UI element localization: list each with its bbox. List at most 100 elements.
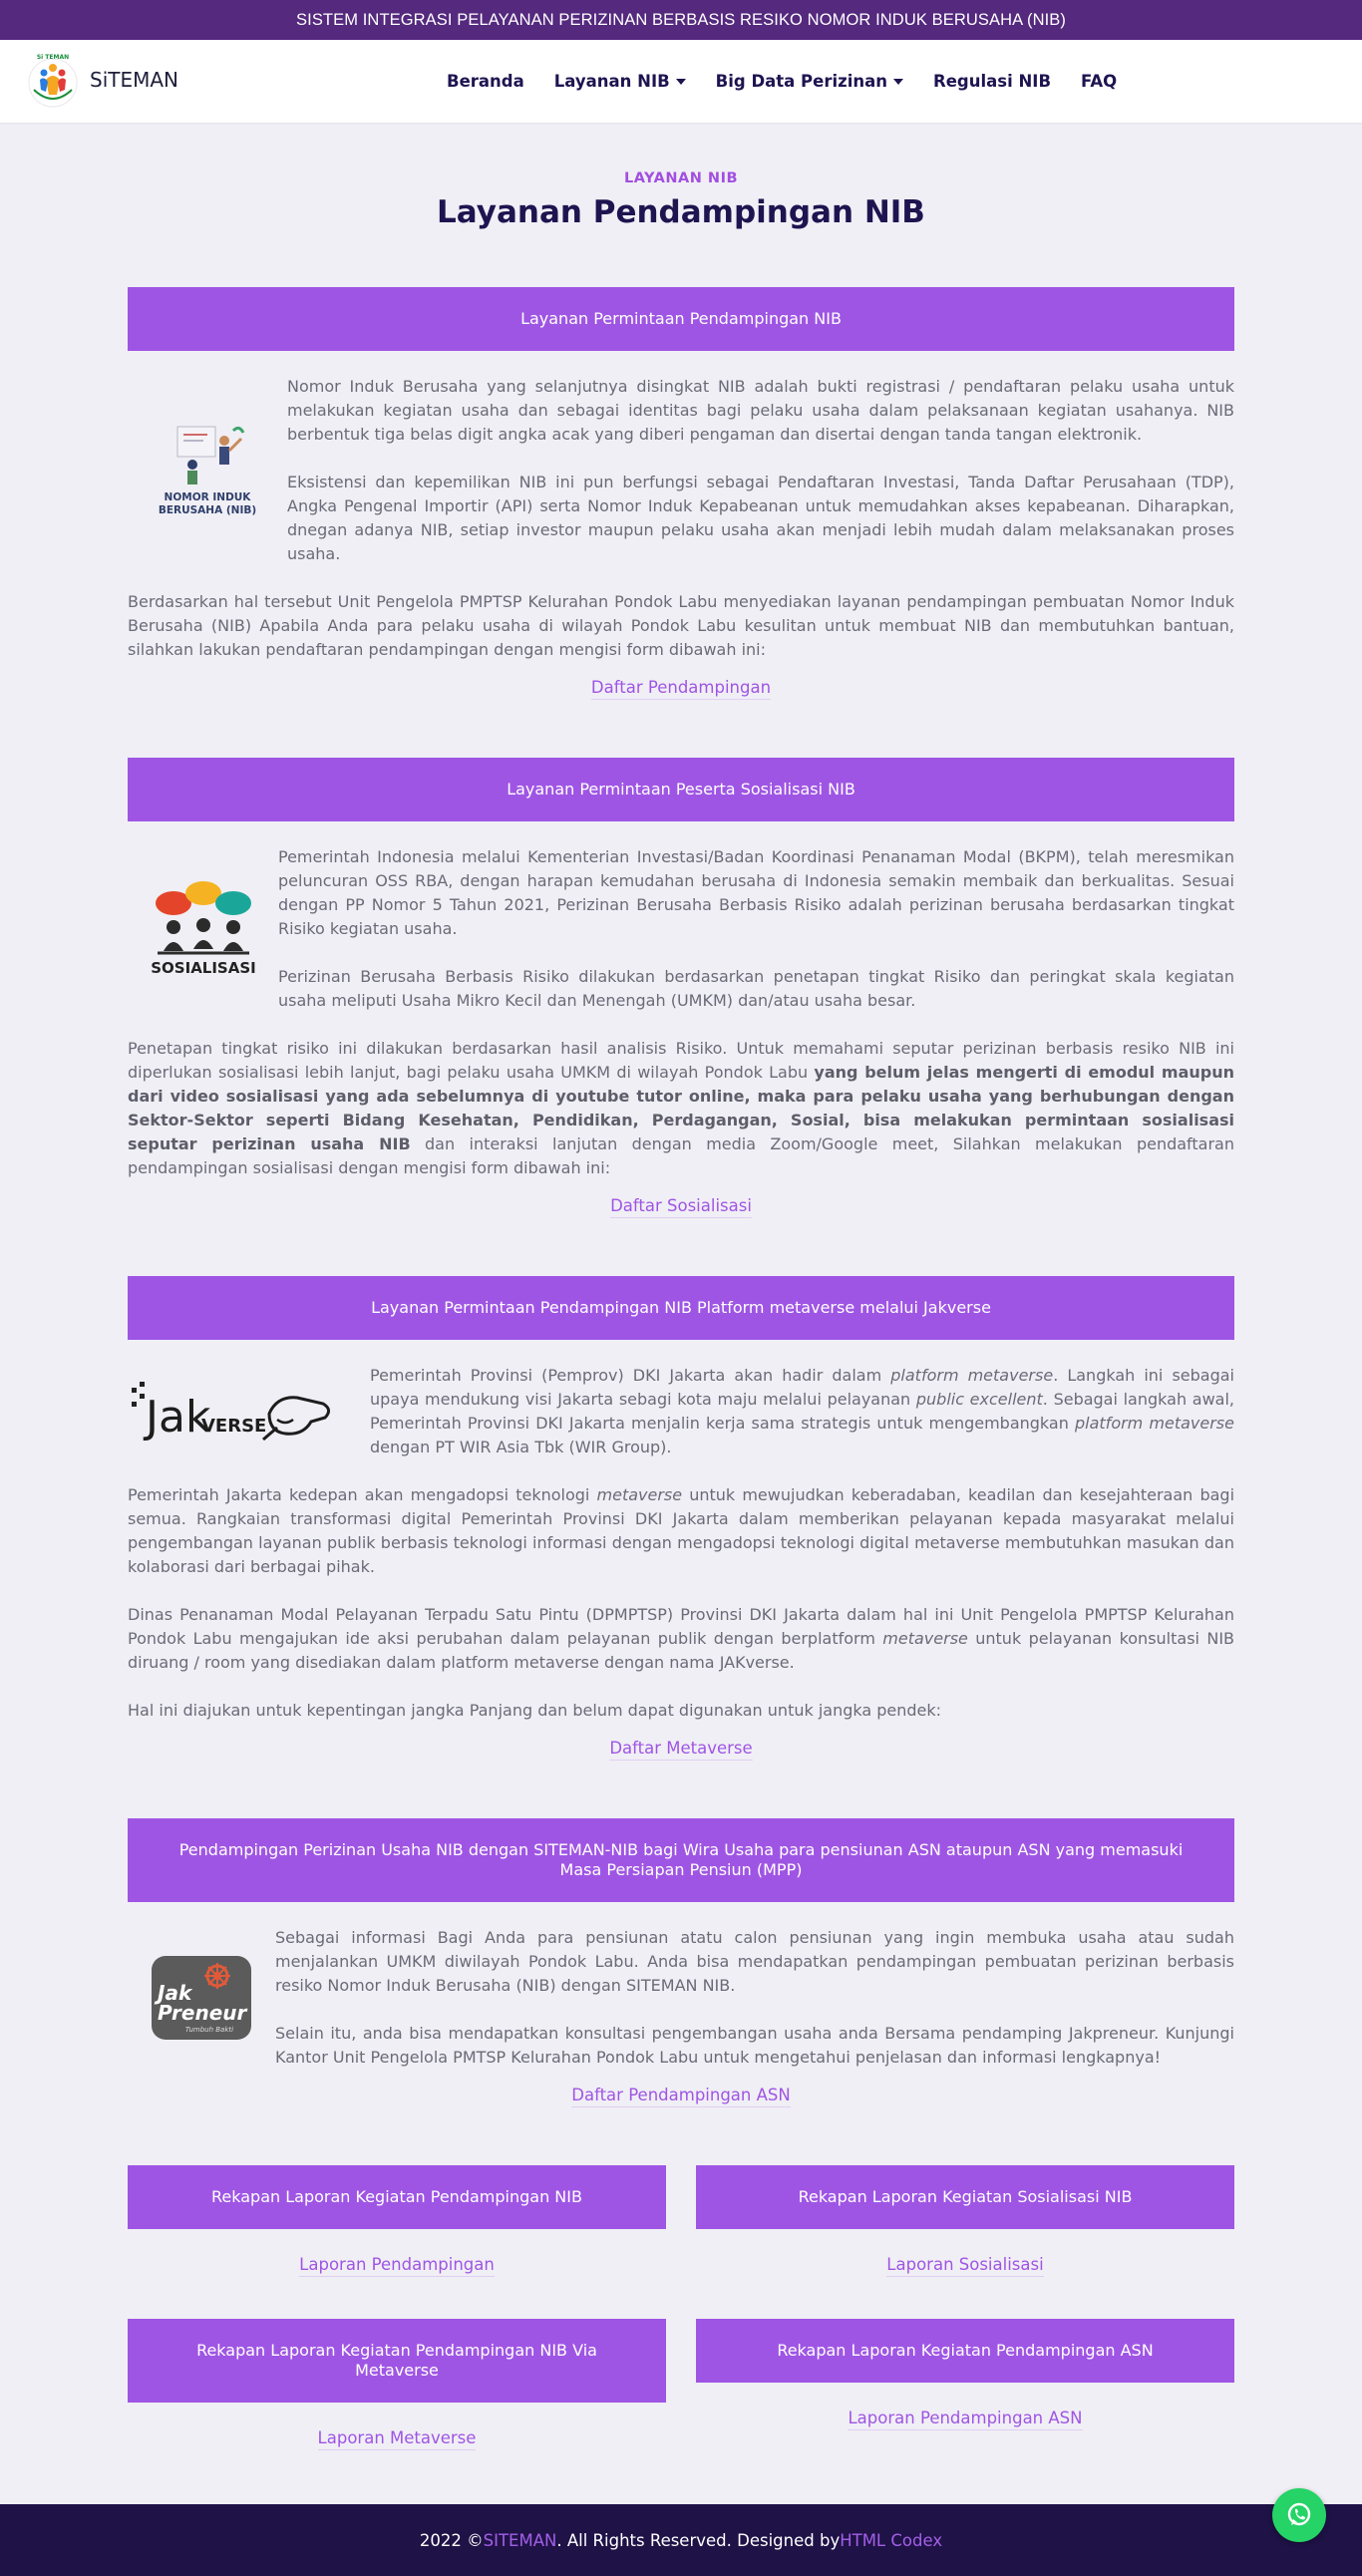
nav-label: FAQ xyxy=(1081,72,1118,91)
footer-brand-link[interactable]: SITEMAN xyxy=(484,2531,557,2550)
jakpreneur-logo: Jak Preneur Tumbuh Bakti xyxy=(128,1954,275,2042)
nav-regulasi-nib[interactable]: Regulasi NIB xyxy=(933,72,1051,91)
report-card-sosialisasi: Rekapan Laporan Kegiatan Sosialisasi NIB… xyxy=(696,2165,1234,2277)
jakverse-logo-icon: Jak VERSE xyxy=(132,1382,330,1443)
nav-faq[interactable]: FAQ xyxy=(1081,72,1117,91)
nav-big-data-perizinan[interactable]: Big Data Perizinan xyxy=(715,72,904,91)
jakpreneur-text-b: Preneur xyxy=(158,2001,248,2025)
report-card-pendampingan: Rekapan Laporan Kegiatan Pendampingan NI… xyxy=(128,2165,666,2277)
daftar-metaverse-link[interactable]: Daftar Metaverse xyxy=(609,1739,753,1761)
text-run: dengan PT WIR Asia Tbk (WIR Group). xyxy=(370,1438,672,1456)
footer-designer-link[interactable]: HTML Codex xyxy=(840,2531,942,2550)
italic-text: metaverse xyxy=(596,1485,683,1504)
cta-wrap: Daftar Metaverse xyxy=(128,1739,1234,1761)
cta-wrap: Laporan Pendampingan ASN xyxy=(696,2409,1234,2430)
reports-row: Rekapan Laporan Kegiatan Pendampingan NI… xyxy=(128,2319,1234,2450)
jakverse-text-b: VERSE xyxy=(201,1416,266,1437)
section-sosialisasi-nib: Layanan Permintaan Peserta Sosialisasi N… xyxy=(128,758,1234,1218)
brand-name: SiTEMAN xyxy=(90,68,179,92)
nav-beranda[interactable]: Beranda xyxy=(447,72,524,91)
paragraph: Pemerintah Jakarta kedepan akan mengadop… xyxy=(128,1483,1234,1579)
nav-layanan-nib[interactable]: Layanan NIB xyxy=(554,72,686,91)
section-intro-text: Nomor Induk Berusaha yang selanjutnya di… xyxy=(287,375,1234,566)
section-metaverse: Layanan Permintaan Pendampingan NIB Plat… xyxy=(128,1276,1234,1761)
paragraph: Hal ini diajukan untuk kepentingan jangk… xyxy=(128,1701,942,1720)
paragraph: Dinas Penanaman Modal Pelayanan Terpadu … xyxy=(128,1603,1234,1675)
footer-copyright: 2022 © xyxy=(419,2530,484,2550)
laporan-pendampingan-link[interactable]: Laporan Pendampingan xyxy=(299,2255,495,2277)
daftar-pendampingan-link[interactable]: Daftar Pendampingan xyxy=(590,678,772,700)
nav-label: Layanan NIB xyxy=(553,72,670,91)
navbar: Si TEMAN SiTEMAN Beranda Layanan NIB Big… xyxy=(0,40,1362,123)
reports-row: Rekapan Laporan Kegiatan Pendampingan NI… xyxy=(128,2165,1234,2277)
section-intro-text: Pemerintah Provinsi (Pemprov) DKI Jakart… xyxy=(370,1364,1234,1459)
section-banner: Layanan Permintaan Pendampingan NIB Plat… xyxy=(128,1276,1234,1340)
main-nav: Beranda Layanan NIB Big Data Perizinan R… xyxy=(447,40,1147,123)
laporan-pendampingan-asn-link[interactable]: Laporan Pendampingan ASN xyxy=(848,2409,1083,2430)
section-intro-row: Jak Preneur Tumbuh Bakti Sebagai informa… xyxy=(128,1926,1234,2070)
cta-wrap: Laporan Metaverse xyxy=(128,2428,666,2450)
siteman-logo-icon: Si TEMAN xyxy=(28,54,78,108)
paragraph: Berdasarkan hal tersebut Unit Pengelola … xyxy=(128,592,1234,659)
daftar-sosialisasi-link[interactable]: Daftar Sosialisasi xyxy=(610,1196,752,1218)
report-card-asn: Rekapan Laporan Kegiatan Pendampingan AS… xyxy=(696,2319,1234,2450)
report-banner: Rekapan Laporan Kegiatan Pendampingan NI… xyxy=(128,2319,666,2403)
section-banner: Layanan Permintaan Peserta Sosialisasi N… xyxy=(128,758,1234,821)
laporan-metaverse-link[interactable]: Laporan Metaverse xyxy=(317,2428,477,2450)
top-announcement-bar: SISTEM INTEGRASI PELAYANAN PERIZINAN BER… xyxy=(0,0,1362,40)
whatsapp-button[interactable] xyxy=(1272,2488,1326,2542)
page-eyebrow: LAYANAN NIB xyxy=(623,170,739,186)
sosialisasi-caption: SOSIALISASI xyxy=(151,959,255,977)
jakpreneur-tagline: Tumbuh Bakti xyxy=(185,2026,233,2034)
footer: 2022 © SITEMAN. All Rights Reserved. Des… xyxy=(0,2504,1362,2576)
whatsapp-icon xyxy=(1287,2502,1311,2526)
nib-caption-line2: BERUSAHA (NIB) xyxy=(159,504,256,516)
nib-caption-line1: NOMOR INDUK xyxy=(165,491,252,503)
paragraph: Nomor Induk Berusaha yang selanjutnya di… xyxy=(287,377,1234,444)
footer-text: . All Rights Reserved. Designed by xyxy=(556,2530,841,2550)
italic-text: public excellent xyxy=(915,1390,1043,1409)
section-asn: Pendampingan Perizinan Usaha NIB dengan … xyxy=(128,1818,1234,2107)
main-content: Layanan Permintaan Pendampingan NIB NOMO… xyxy=(128,287,1234,2450)
sosialisasi-illustration: SOSIALISASI xyxy=(128,879,278,979)
page-header: LAYANAN NIB Layanan Pendampingan NIB xyxy=(0,123,1362,230)
logo-text: Si TEMAN xyxy=(37,54,69,61)
section-pendampingan-nib: Layanan Permintaan Pendampingan NIB NOMO… xyxy=(128,287,1234,700)
italic-text: metaverse xyxy=(882,1629,968,1648)
section-intro-row: NOMOR INDUK BERUSAHA (NIB) Nomor Induk B… xyxy=(128,375,1234,566)
italic-text: platform metaverse xyxy=(890,1366,1054,1385)
nav-label: Beranda xyxy=(447,72,524,91)
nav-label: Regulasi NIB xyxy=(933,72,1052,91)
paragraph: Selain itu, anda bisa mendapatkan konsul… xyxy=(275,2024,1234,2067)
report-card-metaverse: Rekapan Laporan Kegiatan Pendampingan NI… xyxy=(128,2319,666,2450)
cta-wrap: Daftar Pendampingan xyxy=(128,678,1234,700)
page-title: Layanan Pendampingan NIB xyxy=(437,194,925,230)
paragraph: Pemerintah Indonesia melalui Kementerian… xyxy=(278,847,1234,938)
text-run: Pemerintah Jakarta kedepan akan mengadop… xyxy=(128,1485,597,1504)
cta-wrap: Laporan Sosialisasi xyxy=(696,2255,1234,2277)
section-banner: Layanan Permintaan Pendampingan NIB xyxy=(128,287,1234,351)
paragraph: Sebagai informasi Bagi Anda para pensiun… xyxy=(275,1928,1234,1995)
brand[interactable]: Si TEMAN SiTEMAN xyxy=(26,50,178,110)
cta-wrap: Laporan Pendampingan xyxy=(128,2255,666,2277)
caret-down-icon xyxy=(675,78,686,85)
cta-wrap: Daftar Pendampingan ASN xyxy=(128,2086,1234,2107)
paragraph: Pemerintah Provinsi (Pemprov) DKI Jakart… xyxy=(370,1364,1234,1459)
italic-text: platform metaverse xyxy=(1075,1414,1234,1433)
jakpreneur-logo-icon: Jak Preneur Tumbuh Bakti xyxy=(152,1956,251,2040)
nib-illustration: NOMOR INDUK BERUSAHA (NIB) xyxy=(128,421,287,520)
section-intro-row: Jak VERSE Pemerintah Provinsi (Pemprov) … xyxy=(128,1364,1234,1459)
daftar-pendampingan-asn-link[interactable]: Daftar Pendampingan ASN xyxy=(571,2086,791,2107)
laporan-sosialisasi-link[interactable]: Laporan Sosialisasi xyxy=(886,2255,1044,2277)
paragraph: Eksistensi dan kepemilikan NIB ini pun b… xyxy=(287,473,1234,563)
caret-down-icon xyxy=(893,78,904,85)
paragraph: Perizinan Berusaha Berbasis Risiko dilak… xyxy=(278,967,1234,1010)
section-intro-text: Pemerintah Indonesia melalui Kementerian… xyxy=(278,845,1234,1013)
nav-label: Big Data Perizinan xyxy=(715,72,888,91)
section-intro-text: Sebagai informasi Bagi Anda para pensiun… xyxy=(275,1926,1234,2070)
cta-wrap: Daftar Sosialisasi xyxy=(128,1196,1234,1218)
sosialisasi-illustration-icon: SOSIALISASI xyxy=(151,881,255,977)
report-banner: Rekapan Laporan Kegiatan Pendampingan NI… xyxy=(128,2165,666,2229)
nib-illustration-icon: NOMOR INDUK BERUSAHA (NIB) xyxy=(159,426,256,516)
top-announcement-text: SISTEM INTEGRASI PELAYANAN PERIZINAN BER… xyxy=(296,10,1066,29)
